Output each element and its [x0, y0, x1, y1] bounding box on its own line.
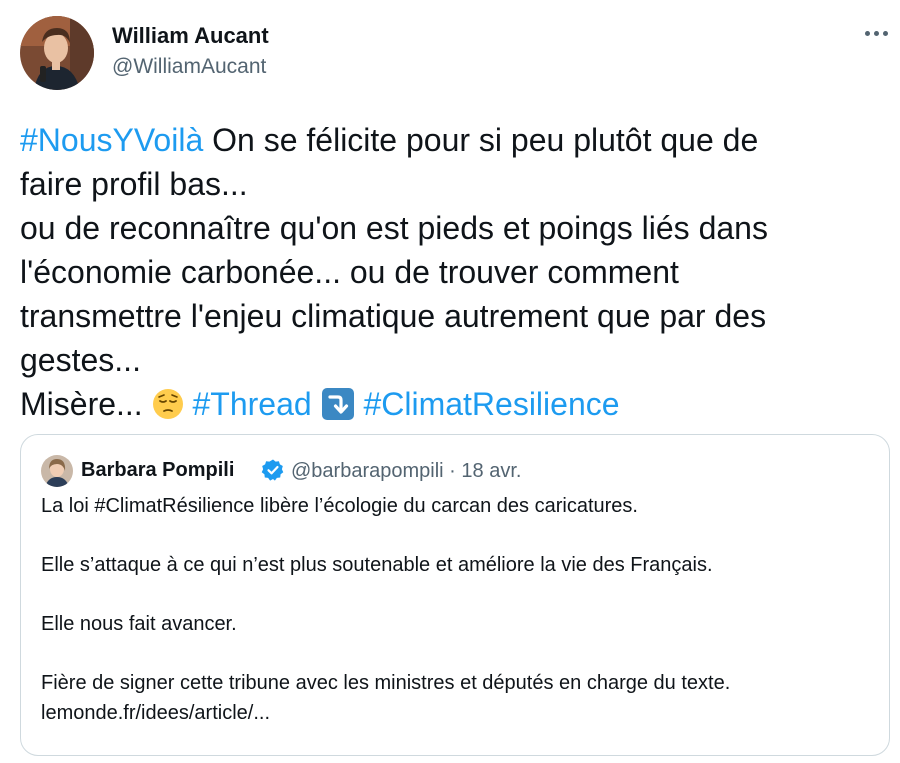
quoted-author-name[interactable]: Barbara Pompili: [81, 459, 234, 482]
more-dot: [873, 30, 879, 36]
verified-badge-icon: [261, 459, 284, 481]
tweet-line: #NousYVoilà On se félicite pour si peu p…: [20, 118, 890, 162]
hashtag-link[interactable]: #Thread: [192, 386, 311, 422]
tweet-line: l'économie carbonée... ou de trouver com…: [20, 254, 679, 290]
right-arrow-curving-down-emoji: [321, 388, 354, 420]
more-dot: [882, 30, 888, 36]
quoted-paragraph: Elle s’attaque à ce qui n’est plus soute…: [41, 554, 713, 576]
hashtag-link[interactable]: #NousYVoilà: [20, 122, 203, 158]
tweet-text-segment: On se félicite pour si peu plutôt que de: [203, 122, 759, 158]
quoted-paragraph: Fière de signer cette tribune avec les m…: [41, 672, 731, 694]
tweet-line: ou de reconnaître qu'on est pieds et poi…: [20, 210, 768, 246]
quoted-date[interactable]: 18 avr.: [461, 460, 521, 482]
tweet-line: faire profil bas...: [20, 166, 248, 202]
quoted-tweet[interactable]: Barbara Pompili @barbarapompili · 18 avr…: [20, 434, 890, 756]
tweet-card: William Aucant @WilliamAucant #NousYVoil…: [0, 0, 900, 763]
author-name[interactable]: William Aucant: [112, 23, 269, 49]
tweet-line: transmettre l'enjeu climatique autrement…: [20, 298, 767, 334]
tweet-line: gestes...: [20, 342, 141, 378]
author-handle[interactable]: @WilliamAucant: [112, 55, 266, 79]
meta-separator: ·: [443, 460, 462, 482]
quoted-paragraph: La loi #ClimatRésilience libère l’écolog…: [41, 495, 638, 517]
quoted-meta: @barbarapompili · 18 avr.: [291, 460, 521, 483]
hashtag-link[interactable]: #ClimatResilience: [363, 386, 619, 422]
more-horizontal-icon: [864, 30, 870, 36]
quoted-link[interactable]: lemonde.fr/idees/article/...: [41, 698, 871, 728]
quoted-author-handle[interactable]: @barbarapompili: [291, 460, 444, 482]
tweet-text-segment: Misère...: [20, 386, 152, 422]
tweet-line: Misère... #Thread #ClimatResilience: [20, 382, 890, 426]
quoted-paragraph: Elle nous fait avancer.: [41, 613, 237, 635]
author-avatar[interactable]: [20, 16, 94, 90]
tweet-text: #NousYVoilà On se félicite pour si peu p…: [20, 118, 890, 426]
quoted-text: La loi #ClimatRésilience libère l’écolog…: [41, 491, 871, 728]
pensive-face-emoji: [152, 389, 183, 419]
quoted-author-avatar[interactable]: [41, 455, 73, 487]
more-options-button[interactable]: [858, 18, 894, 48]
